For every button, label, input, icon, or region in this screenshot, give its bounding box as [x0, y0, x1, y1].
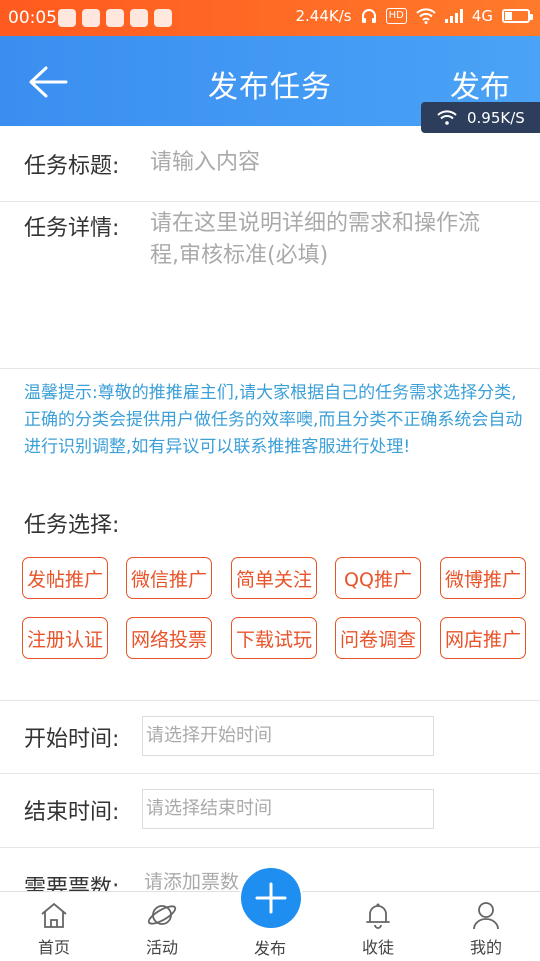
battery-level [505, 12, 512, 20]
detail-textarea[interactable]: 请在这里说明详细的需求和操作流 程,审核标准(必填) [150, 208, 520, 358]
status-right: 2.44K/s HD 4G [295, 7, 533, 25]
signal-icon [444, 9, 463, 23]
tab-apprentice-label: 收徒 [361, 938, 394, 957]
votes-label: 需要票数: [24, 876, 120, 891]
tip-text: 温馨提示:尊敬的推推雇主们,请大家根据自己的任务需求选择分类,正确的分类会提供用… [24, 383, 523, 457]
chip-shop-promo[interactable]: 网店推广 [440, 617, 526, 659]
publish-button[interactable]: 发布 [450, 62, 510, 106]
hd-icon: HD [385, 8, 407, 24]
detail-label: 任务详情: [24, 216, 120, 241]
app-notification-icon [106, 9, 124, 27]
tab-home-label: 首页 [37, 938, 70, 957]
network-speed-overlay: 0.95K/S [421, 102, 540, 133]
detail-placeholder-line1: 请在这里说明详细的需求和操作流 [150, 211, 481, 236]
status-time: 00:05 [8, 8, 57, 28]
bell-icon [366, 903, 390, 929]
tab-activity-label: 活动 [145, 938, 178, 957]
task-select-label: 任务选择: [24, 513, 120, 538]
planet-icon [147, 905, 177, 925]
detail-placeholder-line2: 程,审核标准(必填) [150, 243, 329, 268]
chip-post-promo[interactable]: 发帖推广 [22, 557, 108, 599]
chip-wechat-promo[interactable]: 微信推广 [126, 557, 212, 599]
tab-mine-label: 我的 [469, 938, 502, 957]
chip-online-vote[interactable]: 网络投票 [126, 617, 212, 659]
scan-notification-icon [130, 9, 148, 27]
detail-row: 任务详情: 请在这里说明详细的需求和操作流 程,审核标准(必填) [0, 202, 540, 369]
start-time-input[interactable]: 请选择开始时间 [142, 716, 434, 756]
app-notification-icon [154, 9, 172, 27]
app-notification-icon [58, 9, 76, 27]
start-time-label: 开始时间: [24, 727, 120, 752]
home-icon [41, 902, 67, 928]
network-speed: 2.44K/s [295, 7, 352, 25]
chip-register-verify[interactable]: 注册认证 [22, 617, 108, 659]
chip-weibo-promo[interactable]: 微博推广 [440, 557, 526, 599]
tab-home[interactable]: 首页 [0, 892, 108, 961]
publish-fab-button[interactable] [241, 868, 301, 928]
headphones-icon [361, 9, 376, 23]
title-input[interactable]: 请输入内容 [150, 147, 260, 179]
notification-icons [58, 9, 172, 27]
tab-apprentice[interactable]: 收徒 [324, 892, 432, 961]
overlay-speed-text: 0.95K/S [467, 108, 525, 127]
chip-download-trial[interactable]: 下载试玩 [231, 617, 317, 659]
plus-icon [255, 882, 287, 914]
tab-mine[interactable]: 我的 [432, 892, 540, 961]
wifi-icon [437, 110, 457, 125]
start-time-row: 开始时间: 请选择开始时间 [0, 700, 540, 774]
status-bar: 00:05 2.44K/s HD 4G [0, 0, 540, 36]
user-icon [473, 902, 499, 930]
tab-publish-label: 发布 [253, 939, 286, 958]
tab-activity[interactable]: 活动 [108, 892, 216, 961]
end-time-row: 结束时间: 请选择结束时间 [0, 773, 540, 848]
chip-qq-promo[interactable]: QQ推广 [335, 557, 421, 599]
network-type: 4G [471, 7, 493, 25]
end-time-input[interactable]: 请选择结束时间 [142, 789, 434, 829]
title-row: 任务标题: 请输入内容 [0, 126, 540, 202]
chip-simple-follow[interactable]: 简单关注 [231, 557, 317, 599]
title-label: 任务标题: [24, 154, 120, 179]
votes-input[interactable]: 请添加票数 [144, 866, 239, 891]
battery-icon [502, 9, 533, 23]
wechat-notification-icon [82, 9, 100, 27]
end-time-label: 结束时间: [24, 800, 120, 825]
chip-survey[interactable]: 问卷调查 [335, 617, 421, 659]
wifi-icon [416, 8, 436, 24]
